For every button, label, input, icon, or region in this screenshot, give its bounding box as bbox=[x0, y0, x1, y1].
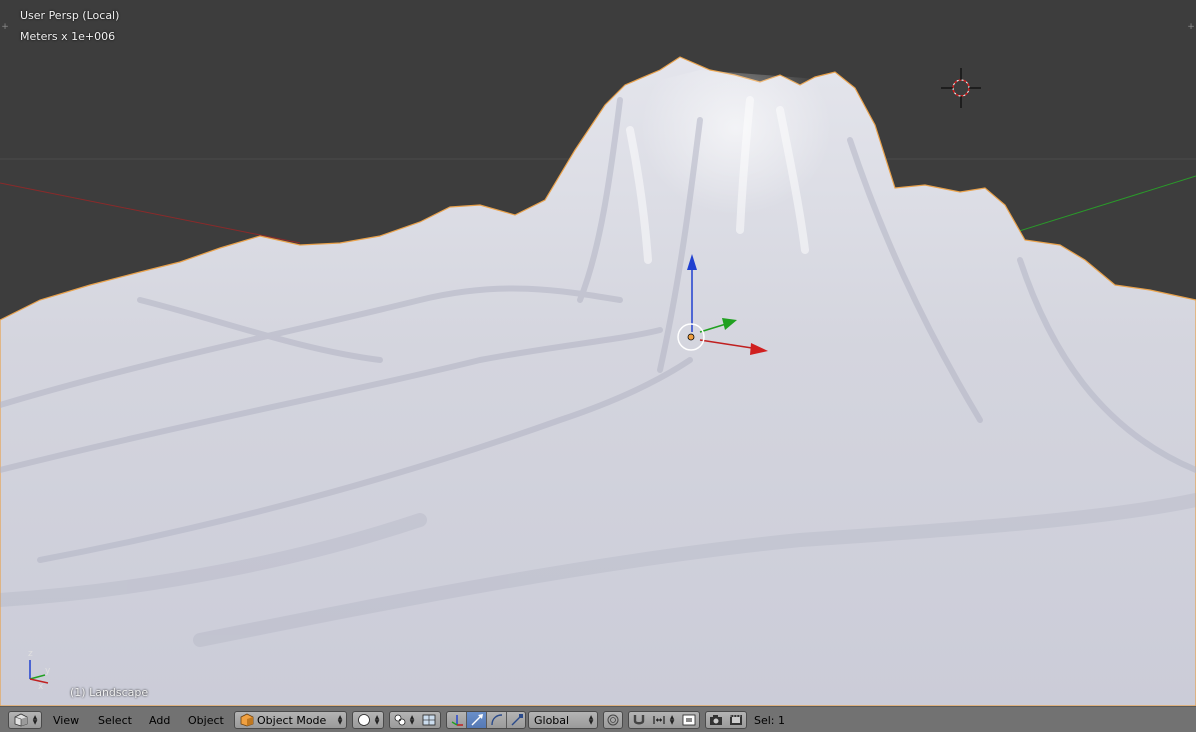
updown-icon: ▲ ▼ bbox=[409, 714, 415, 726]
sphere-shading-icon bbox=[358, 714, 370, 726]
mode-label: Object Mode bbox=[257, 714, 327, 727]
snap-magnet-icon[interactable] bbox=[631, 713, 647, 727]
editor-type-button[interactable]: ▲ ▼ bbox=[8, 711, 42, 729]
proportional-editing-button[interactable] bbox=[603, 711, 623, 729]
translate-icon bbox=[471, 714, 483, 726]
menu-object[interactable]: Object bbox=[188, 714, 224, 727]
view-name-label: User Persp (Local) bbox=[20, 9, 120, 22]
scale-button[interactable] bbox=[507, 712, 525, 728]
blender-3d-view: z y x User Persp (Local) Meters x 1e+006… bbox=[0, 0, 1196, 732]
axis-z-label: z bbox=[28, 649, 33, 659]
menu-add[interactable]: Add bbox=[149, 714, 170, 727]
x-axis-grid-line bbox=[0, 182, 301, 244]
object-origin-icon bbox=[687, 333, 695, 341]
manipulator-toggle-button[interactable] bbox=[447, 712, 467, 728]
translate-button[interactable] bbox=[467, 712, 487, 728]
menu-select[interactable]: Select bbox=[98, 714, 132, 727]
render-group bbox=[705, 711, 747, 729]
pivot-icon[interactable] bbox=[392, 713, 408, 727]
rotate-icon bbox=[491, 714, 503, 726]
proportional-editing-icon bbox=[607, 714, 619, 726]
region-expand-right-icon[interactable]: + bbox=[1187, 22, 1195, 32]
snap-group: ▲ ▼ bbox=[628, 711, 700, 729]
active-object-label: (1) Landscape bbox=[70, 686, 149, 699]
3d-view-header: ▲ ▼ View Select Add Object Object Mode ▲ ▼… bbox=[0, 706, 1196, 732]
y-axis-grid-line bbox=[999, 175, 1196, 238]
cube-icon bbox=[14, 713, 28, 727]
updown-icon: ▲ ▼ bbox=[337, 714, 343, 726]
axis-y-label: y bbox=[45, 666, 51, 676]
snap-element-icon[interactable] bbox=[651, 713, 667, 727]
manipulator-group bbox=[446, 711, 526, 729]
3d-cursor-icon bbox=[941, 68, 981, 108]
menu-view[interactable]: View bbox=[53, 714, 79, 727]
rotate-button[interactable] bbox=[487, 712, 507, 728]
selection-count-label: Sel: 1 bbox=[754, 714, 786, 727]
manipulator-toggle-icon bbox=[451, 715, 463, 726]
updown-icon: ▲ ▼ bbox=[669, 714, 675, 726]
pivot-point-group[interactable]: ▲ ▼ bbox=[389, 711, 441, 729]
region-expand-left-icon[interactable]: + bbox=[1, 22, 9, 32]
scale-icon bbox=[511, 714, 523, 726]
units-label: Meters x 1e+006 bbox=[20, 30, 116, 43]
updown-icon: ▲ ▼ bbox=[588, 714, 594, 726]
snap-target-icon[interactable] bbox=[681, 713, 697, 727]
render-animation-icon[interactable] bbox=[728, 713, 744, 727]
mode-dropdown[interactable]: Object Mode ▲ ▼ bbox=[234, 711, 347, 729]
pivot-layers-icon[interactable] bbox=[421, 713, 437, 727]
axis-x-label: x bbox=[38, 682, 44, 692]
3d-viewport[interactable]: z y x User Persp (Local) Meters x 1e+006… bbox=[0, 0, 1196, 706]
viewport-shading-dropdown[interactable]: ▲ ▼ bbox=[352, 711, 384, 729]
render-still-icon[interactable] bbox=[708, 713, 724, 727]
updown-icon: ▲ ▼ bbox=[374, 714, 380, 726]
transform-orientation-dropdown[interactable]: Global ▲ ▼ bbox=[528, 711, 598, 729]
viewport-scene: z y x bbox=[0, 56, 1196, 706]
orange-cube-icon bbox=[240, 713, 254, 727]
updown-icon: ▲ ▼ bbox=[32, 714, 38, 726]
transform-orientation-label: Global bbox=[534, 714, 570, 727]
